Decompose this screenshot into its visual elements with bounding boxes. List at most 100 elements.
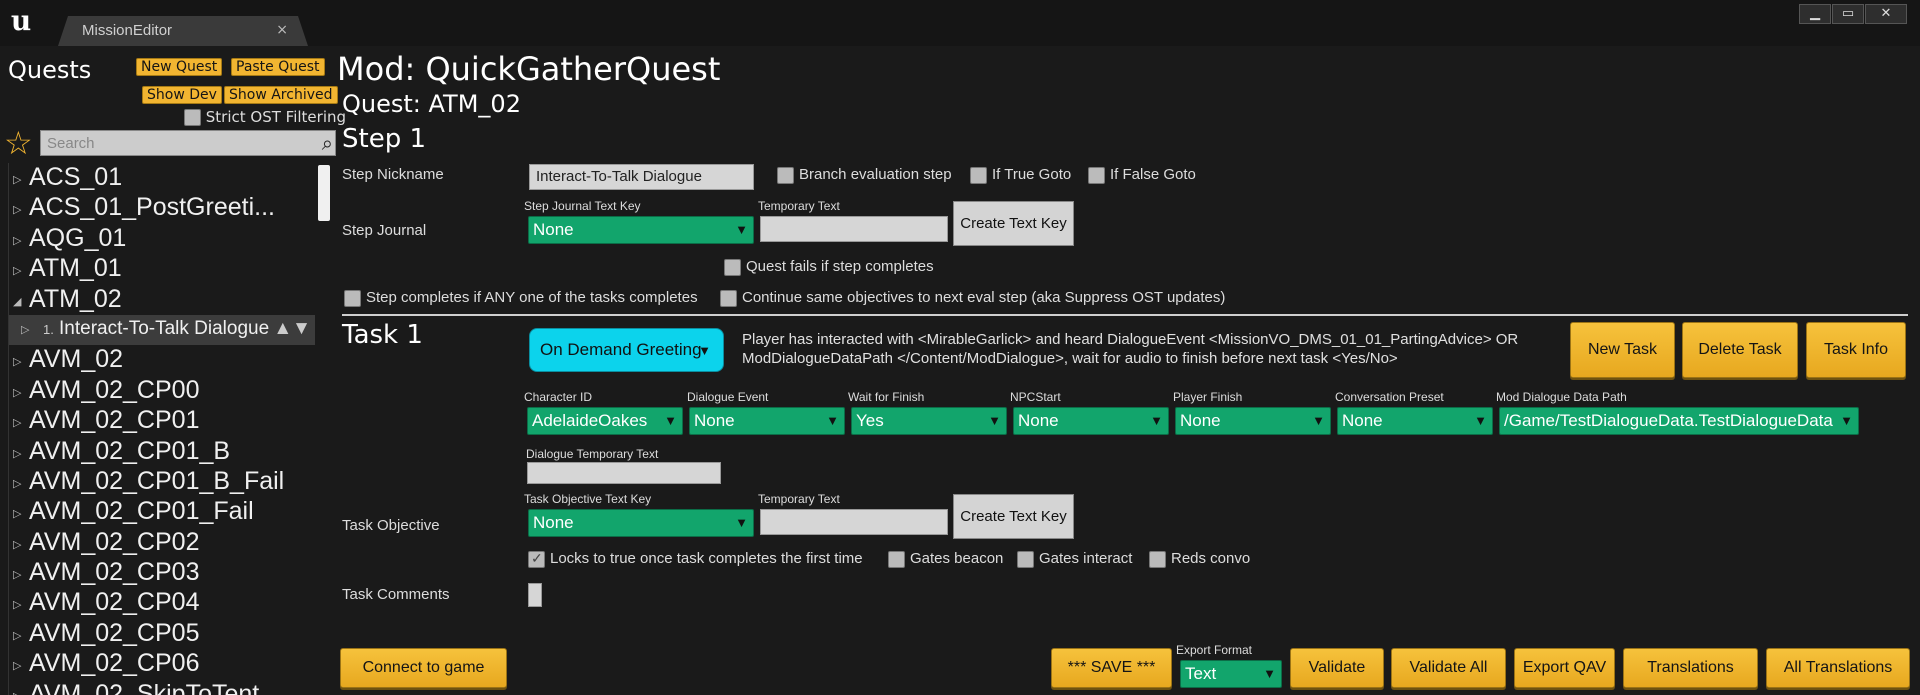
if-false-goto-toggle[interactable]: If False Goto [1088,166,1196,184]
quest-list[interactable]: ▷ ACS_01 ▷ ACS_01_PostGreeti... ▷ AQG_01 ▷ A… [8,163,334,695]
gates-interact-toggle[interactable]: Gates interact [1017,550,1132,568]
expand-arrow-icon[interactable]: ▷ [13,447,21,460]
if-false-checkbox[interactable] [1088,166,1105,184]
connect-to-game-button[interactable]: Connect to game [340,648,507,688]
all-translations-button[interactable]: All Translations [1766,648,1910,688]
branch-eval-checkbox[interactable] [777,166,794,184]
paste-quest-button[interactable]: Paste Quest [231,58,325,76]
npc-start-dropdown[interactable]: None ▼ [1013,407,1169,435]
quest-item[interactable]: ▷ ACS_01_PostGreeti... [9,193,334,223]
mod-path-dropdown[interactable]: /Game/TestDialogueData.TestDialogueData ▼ [1499,407,1859,435]
create-text-key-button[interactable]: Create Text Key [953,201,1074,246]
locks-true-checkbox[interactable] [528,550,545,568]
translations-button[interactable]: Translations [1623,648,1758,688]
show-archived-button[interactable]: Show Archived [224,86,338,104]
quest-item[interactable]: ▷ AVM_02_CP01_B_Fail [9,467,334,497]
completes-any-checkbox[interactable] [344,289,361,307]
new-task-button[interactable]: New Task [1570,322,1675,378]
quest-item[interactable]: ▷ ACS_01 [9,163,334,193]
expand-arrow-icon[interactable]: ▷ [13,173,21,186]
delete-task-button[interactable]: Delete Task [1682,322,1798,378]
expand-arrow-icon[interactable]: ▷ [13,690,21,695]
continue-same-toggle[interactable]: Continue same objectives to next eval st… [720,289,1225,307]
quest-item[interactable]: ▷ AVM_02_CP00 [9,376,334,406]
strict-ost-checkbox[interactable] [184,109,201,126]
strict-ost-filter[interactable]: Strict OST Filtering [184,108,346,126]
quest-item-expanded[interactable]: ◢ ATM_02 [9,285,334,315]
new-quest-button[interactable]: New Quest [136,58,223,76]
expand-arrow-icon[interactable]: ▷ [13,416,21,429]
task-info-button[interactable]: Task Info [1806,322,1906,378]
quest-search[interactable]: ⌕ [40,130,336,156]
step-item-selected[interactable]: ▷ 1. Interact-To-Talk Dialogue ▲▼ [9,314,315,346]
quest-item[interactable]: ▷ AVM_02_CP04 [9,588,334,618]
conv-preset-dropdown[interactable]: None ▼ [1337,407,1493,435]
expand-arrow-icon[interactable]: ▷ [13,264,21,277]
journal-temp-text-input[interactable] [760,216,948,242]
quest-item[interactable]: ▷ AVM_02_SkipToTent [9,680,334,695]
if-true-goto-toggle[interactable]: If True Goto [970,166,1071,184]
continue-same-checkbox[interactable] [720,289,737,307]
objective-key-dropdown[interactable]: None ▼ [528,509,754,537]
close-tab-icon[interactable]: × [276,22,288,38]
dialogue-event-dropdown[interactable]: None ▼ [689,407,845,435]
validate-all-button[interactable]: Validate All [1391,648,1506,688]
expand-arrow-icon[interactable]: ▷ [13,629,21,642]
expand-arrow-icon[interactable]: ▷ [13,386,21,399]
quest-item[interactable]: ▷ AVM_02_CP03 [9,558,334,588]
expand-arrow-icon[interactable]: ▷ [13,507,21,520]
maximize-button[interactable]: ▭ [1832,4,1864,24]
minimize-button[interactable]: ▁ [1799,4,1831,24]
quest-item[interactable]: ▷ AVM_02 [9,345,334,375]
expand-arrow-icon[interactable]: ▷ [13,234,21,247]
quest-item[interactable]: ▷ AQG_01 [9,224,334,254]
player-finish-dropdown[interactable]: None ▼ [1175,407,1331,435]
gates-beacon-toggle[interactable]: Gates beacon [888,550,1003,568]
expand-arrow-icon[interactable]: ▷ [13,659,21,672]
gates-beacon-checkbox[interactable] [888,550,905,568]
quest-item[interactable]: ▷ AVM_02_CP06 [9,649,334,679]
expand-arrow-icon[interactable]: ▷ [13,568,21,581]
dialogue-temp-input[interactable] [527,462,721,484]
search-input[interactable] [41,131,291,155]
favorite-star-icon[interactable]: ☆ [4,126,33,160]
export-format-dropdown[interactable]: Text ▼ [1180,660,1282,688]
journal-key-dropdown[interactable]: None ▼ [528,216,754,244]
save-button[interactable]: *** SAVE *** [1051,648,1172,688]
branch-eval-toggle[interactable]: Branch evaluation step [777,166,952,184]
objective-temp-input[interactable] [760,509,948,535]
if-true-checkbox[interactable] [970,166,987,184]
wait-finish-dropdown[interactable]: Yes ▼ [851,407,1007,435]
reorder-arrows-icon[interactable]: ▲▼ [273,318,311,340]
quest-item[interactable]: ▷ AVM_02_CP02 [9,528,334,558]
show-dev-button[interactable]: Show Dev [142,86,222,104]
quest-list-scrollbar[interactable] [318,165,330,221]
export-qav-button[interactable]: Export QAV [1514,648,1615,688]
step-nickname-input[interactable]: Interact-To-Talk Dialogue [529,164,754,190]
close-window-button[interactable]: ✕ [1865,4,1907,24]
objective-create-text-key-button[interactable]: Create Text Key [953,494,1074,539]
quest-item[interactable]: ▷ ATM_01 [9,254,334,284]
completes-any-toggle[interactable]: Step completes if ANY one of the tasks c… [344,289,698,307]
expand-arrow-icon[interactable]: ▷ [13,355,21,368]
expand-arrow-icon[interactable]: ▷ [13,538,21,551]
search-icon[interactable]: ⌕ [322,131,333,155]
expand-arrow-icon[interactable]: ▷ [13,477,21,490]
gates-interact-checkbox[interactable] [1017,550,1034,568]
collapse-arrow-icon[interactable]: ◢ [13,295,21,308]
quest-item[interactable]: ▷ AVM_02_CP05 [9,619,334,649]
quest-fails-toggle[interactable]: Quest fails if step completes [724,258,934,276]
quest-fails-checkbox[interactable] [724,258,741,276]
locks-true-toggle[interactable]: Locks to true once task completes the fi… [528,550,863,568]
task-type-dropdown[interactable]: On Demand Greeting ▼ [529,328,724,372]
expand-arrow-icon[interactable]: ▷ [21,323,29,336]
quest-item[interactable]: ▷ AVM_02_CP01_B [9,437,334,467]
character-id-dropdown[interactable]: AdelaideOakes ▼ [527,407,683,435]
reds-convo-toggle[interactable]: Reds convo [1149,550,1250,568]
quest-item[interactable]: ▷ AVM_02_CP01 [9,406,334,436]
tab-mission-editor[interactable]: MissionEditor × [58,16,308,46]
validate-button[interactable]: Validate [1290,648,1384,688]
reds-convo-checkbox[interactable] [1149,550,1166,568]
task-comments-input[interactable] [528,583,542,607]
expand-arrow-icon[interactable]: ▷ [13,598,21,611]
